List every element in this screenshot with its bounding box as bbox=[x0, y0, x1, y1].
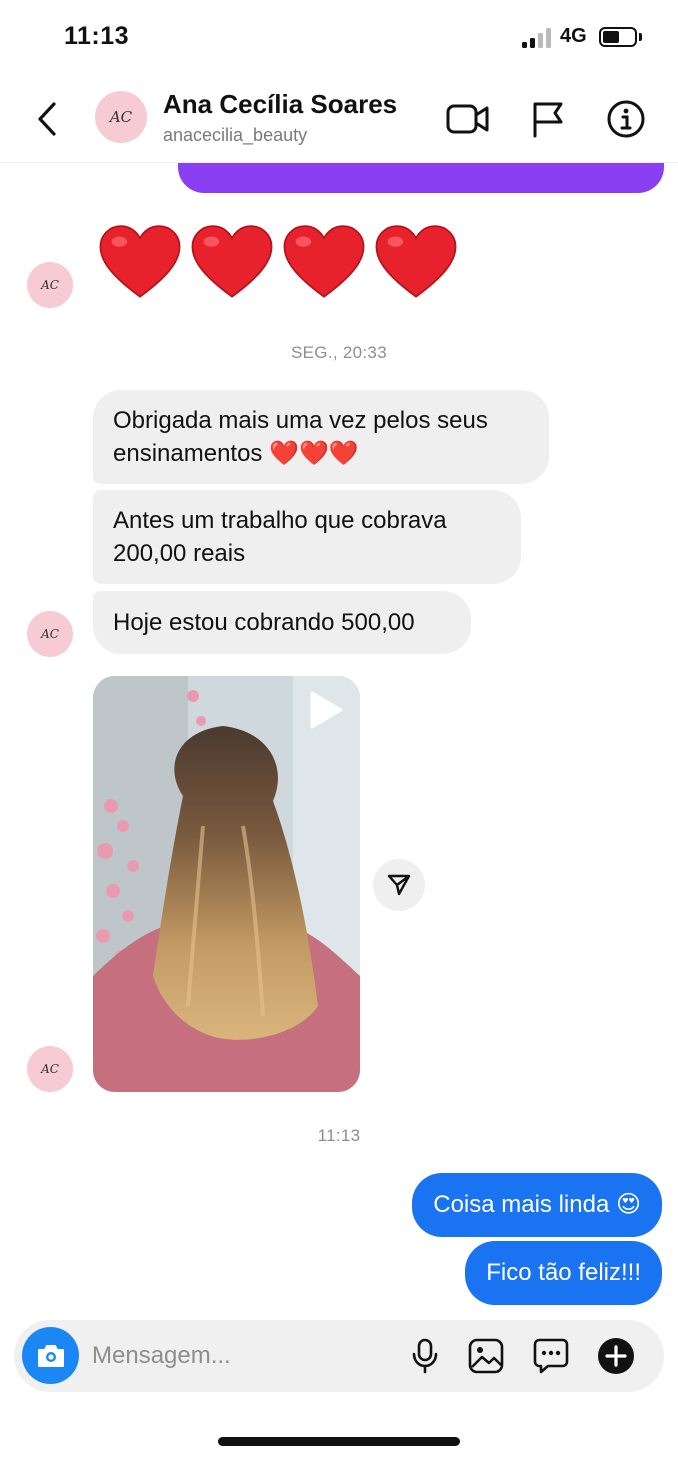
info-icon bbox=[607, 100, 645, 138]
video-thumbnail bbox=[93, 676, 360, 1092]
message-bubble[interactable]: Obrigada mais uma vez pelos seus ensinam… bbox=[93, 390, 549, 484]
image-icon bbox=[468, 1338, 504, 1374]
outgoing-message[interactable]: Coisa mais linda 😍 bbox=[412, 1173, 662, 1237]
video-call-button[interactable] bbox=[446, 97, 490, 141]
status-bar: 11:13 4G bbox=[0, 0, 678, 75]
sender-avatar[interactable]: AC bbox=[27, 1046, 73, 1092]
outgoing-message[interactable]: Fico tão feliz!!! bbox=[465, 1241, 662, 1305]
chevron-left-icon bbox=[38, 102, 56, 136]
camera-button[interactable] bbox=[22, 1327, 79, 1384]
sender-avatar[interactable]: AC bbox=[27, 611, 73, 657]
battery-cap bbox=[639, 33, 642, 41]
plus-circle-icon bbox=[598, 1338, 634, 1374]
video-camera-icon bbox=[446, 104, 489, 134]
timestamp: 11:13 bbox=[317, 1126, 361, 1145]
contact-name[interactable]: Ana Cecília Soares bbox=[163, 89, 397, 120]
avatar-logo: AC bbox=[109, 108, 133, 126]
battery-icon bbox=[599, 27, 637, 47]
sticker-button[interactable] bbox=[530, 1335, 572, 1377]
heart-emoji bbox=[375, 225, 457, 298]
voice-message[interactable] bbox=[178, 163, 664, 193]
info-button[interactable] bbox=[604, 97, 648, 141]
network-type: 4G bbox=[560, 25, 587, 47]
heart-emoji bbox=[191, 225, 273, 298]
home-indicator[interactable] bbox=[218, 1437, 460, 1446]
chat-bubble-icon bbox=[533, 1338, 569, 1374]
contact-username[interactable]: anacecilia_beauty bbox=[163, 125, 307, 146]
cellular-signal-icon bbox=[522, 28, 552, 48]
heart-emoji bbox=[283, 225, 365, 298]
message-bubble[interactable]: Hoje estou cobrando 500,00 bbox=[93, 591, 471, 654]
message-bubble[interactable]: Antes um trabalho que cobrava 200,00 rea… bbox=[93, 490, 521, 584]
microphone-icon bbox=[412, 1338, 438, 1374]
contact-avatar[interactable]: AC bbox=[95, 91, 147, 143]
play-icon[interactable] bbox=[308, 690, 344, 730]
timestamp: SEG., 20:33 bbox=[291, 343, 387, 362]
flag-icon bbox=[533, 102, 563, 138]
hearts-message[interactable] bbox=[97, 221, 459, 309]
message-list[interactable]: AC SEG., 20:33 Obrigada mais uma vez pel… bbox=[0, 163, 678, 1313]
report-button[interactable] bbox=[526, 97, 570, 141]
gallery-button[interactable] bbox=[465, 1335, 507, 1377]
back-button[interactable] bbox=[30, 97, 64, 141]
sender-avatar[interactable]: AC bbox=[27, 262, 73, 308]
heart-emoji bbox=[99, 225, 181, 298]
voice-record-button[interactable] bbox=[404, 1335, 446, 1377]
add-button[interactable] bbox=[595, 1335, 637, 1377]
reel-video[interactable] bbox=[93, 676, 360, 1092]
status-time: 11:13 bbox=[64, 22, 130, 50]
camera-icon bbox=[37, 1344, 64, 1367]
paper-plane-icon bbox=[387, 874, 411, 896]
share-button[interactable] bbox=[373, 859, 425, 911]
chat-header: AC Ana Cecília Soares anacecilia_beauty bbox=[0, 75, 678, 163]
message-input[interactable] bbox=[92, 1339, 392, 1373]
message-composer bbox=[14, 1320, 664, 1392]
